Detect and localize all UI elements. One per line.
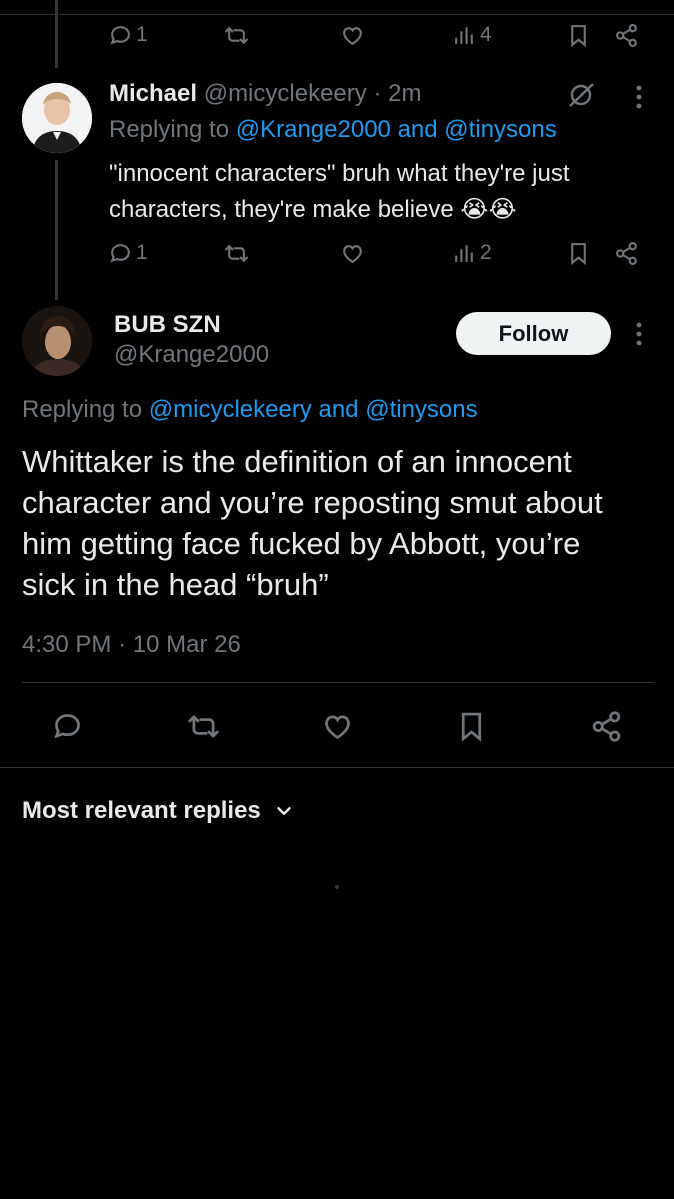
reply1-share-button[interactable]: [614, 15, 639, 55]
bookmark-icon: [571, 24, 586, 47]
main-name[interactable]: BUB SZN: [114, 311, 221, 339]
reply1-reply-button[interactable]: 1: [108, 15, 148, 55]
like-icon: [343, 244, 362, 263]
main-repost-button[interactable]: [180, 703, 226, 749]
views-icon: [455, 244, 473, 262]
avatar-image: [22, 306, 92, 376]
bookmark-icon: [571, 242, 586, 265]
reply2-repost-button[interactable]: [224, 233, 249, 273]
thread-line-middle: [55, 160, 58, 300]
michael-avatar[interactable]: [22, 83, 92, 153]
reply2-and: and: [397, 116, 438, 143]
replies-sort-label: Most relevant replies: [22, 797, 261, 824]
share-icon: [592, 710, 620, 742]
main-text-line: him getting face fucked by Abbott, you’r…: [22, 526, 581, 561]
reply1-repost-button[interactable]: [224, 15, 249, 55]
main-text-line: character and you’re reposting smut abou…: [22, 485, 603, 520]
main-dot: ·: [118, 631, 127, 658]
main-like-button[interactable]: [314, 703, 360, 749]
reply2-share-button[interactable]: [614, 233, 639, 273]
main-time: 4:30 PM: [22, 631, 112, 658]
main-text-line: sick in the head “bruh”: [22, 567, 329, 602]
views-icon: [455, 26, 473, 44]
chevron-down-icon: [277, 807, 291, 815]
main-post-text: Whittaker is the definition of an innoce…: [22, 441, 603, 605]
main-more-button[interactable]: [628, 319, 650, 349]
main-mention-2[interactable]: @tinysons: [365, 396, 477, 423]
reply2-mention-1[interactable]: @Krange2000: [236, 116, 391, 143]
more-icon: [636, 85, 642, 109]
more-icon: [636, 322, 642, 346]
replying-to-label: Replying to: [22, 396, 143, 423]
avatar-image: [22, 83, 92, 153]
reply1-views-count: 4: [480, 23, 492, 46]
reply1-bookmark-button[interactable]: [566, 15, 591, 55]
reply2-grok-button[interactable]: [566, 80, 596, 110]
reply2-text-line: characters, they're make believe 😭😭: [109, 196, 517, 223]
reply1-actions: 1 4: [0, 15, 674, 55]
share-icon: [616, 23, 637, 47]
reply2-more-button[interactable]: [628, 82, 650, 112]
reply1-like-button[interactable]: [340, 15, 365, 55]
reply2-bookmark-button[interactable]: [566, 233, 591, 273]
main-actions-divider-bottom: [0, 767, 674, 768]
reply-icon: [110, 25, 130, 45]
reply2-mention-2[interactable]: @tinysons: [444, 116, 556, 143]
reply2-text: "innocent characters" bruh what they're …: [109, 156, 570, 228]
reply-icon: [110, 243, 130, 263]
repost-icon: [187, 715, 219, 737]
replies-sort-dropdown[interactable]: Most relevant replies: [22, 795, 295, 827]
repost-icon: [225, 26, 248, 44]
reply2-handle[interactable]: @micyclekeery: [204, 80, 367, 107]
reply2-replying-to: Replying to @Krange2000 and @tinysons: [109, 116, 557, 144]
main-replying-to: Replying to @micyclekeery and @tinysons: [22, 396, 478, 424]
main-text-line: Whittaker is the definition of an innoce…: [22, 444, 572, 479]
replying-to-label: Replying to: [109, 116, 230, 143]
repost-icon: [225, 244, 248, 262]
reply2-like-button[interactable]: [340, 233, 365, 273]
main-date: 10 Mar 26: [132, 631, 241, 658]
loading-indicator: [335, 885, 339, 889]
main-share-button[interactable]: [583, 703, 629, 749]
reply2-reply-count: 1: [136, 241, 148, 264]
like-icon: [324, 714, 350, 739]
main-mention-1[interactable]: @micyclekeery: [149, 396, 312, 423]
reply2-views-button[interactable]: 2: [452, 233, 492, 273]
reply1-reply-count: 1: [136, 23, 148, 46]
reply1-views-button[interactable]: 4: [452, 15, 492, 55]
reply2-actions: 1 2: [0, 233, 674, 273]
reply2-text-line: "innocent characters" bruh what they're …: [109, 160, 570, 187]
reply2-dot: ·: [373, 80, 382, 107]
main-and: and: [318, 396, 359, 423]
bookmark-icon: [461, 712, 481, 742]
bubszn-avatar[interactable]: [22, 306, 92, 376]
follow-button[interactable]: Follow: [456, 312, 611, 355]
reply2-header: Michael @micyclekeery · 2m: [109, 80, 421, 108]
like-icon: [343, 26, 362, 45]
main-timestamp: 4:30 PM · 10 Mar 26: [22, 631, 241, 659]
grok-icon: [569, 83, 594, 107]
main-handle[interactable]: @Krange2000: [114, 341, 269, 369]
main-bookmark-button[interactable]: [448, 703, 494, 749]
reply-icon: [53, 713, 80, 738]
main-reply-button[interactable]: [44, 703, 90, 749]
reply2-time[interactable]: 2m: [388, 80, 421, 107]
reply2-views-count: 2: [480, 241, 492, 264]
reply2-name[interactable]: Michael: [109, 80, 197, 107]
main-actions-divider-top: [22, 682, 654, 683]
reply2-reply-button[interactable]: 1: [108, 233, 148, 273]
share-icon: [616, 241, 637, 265]
